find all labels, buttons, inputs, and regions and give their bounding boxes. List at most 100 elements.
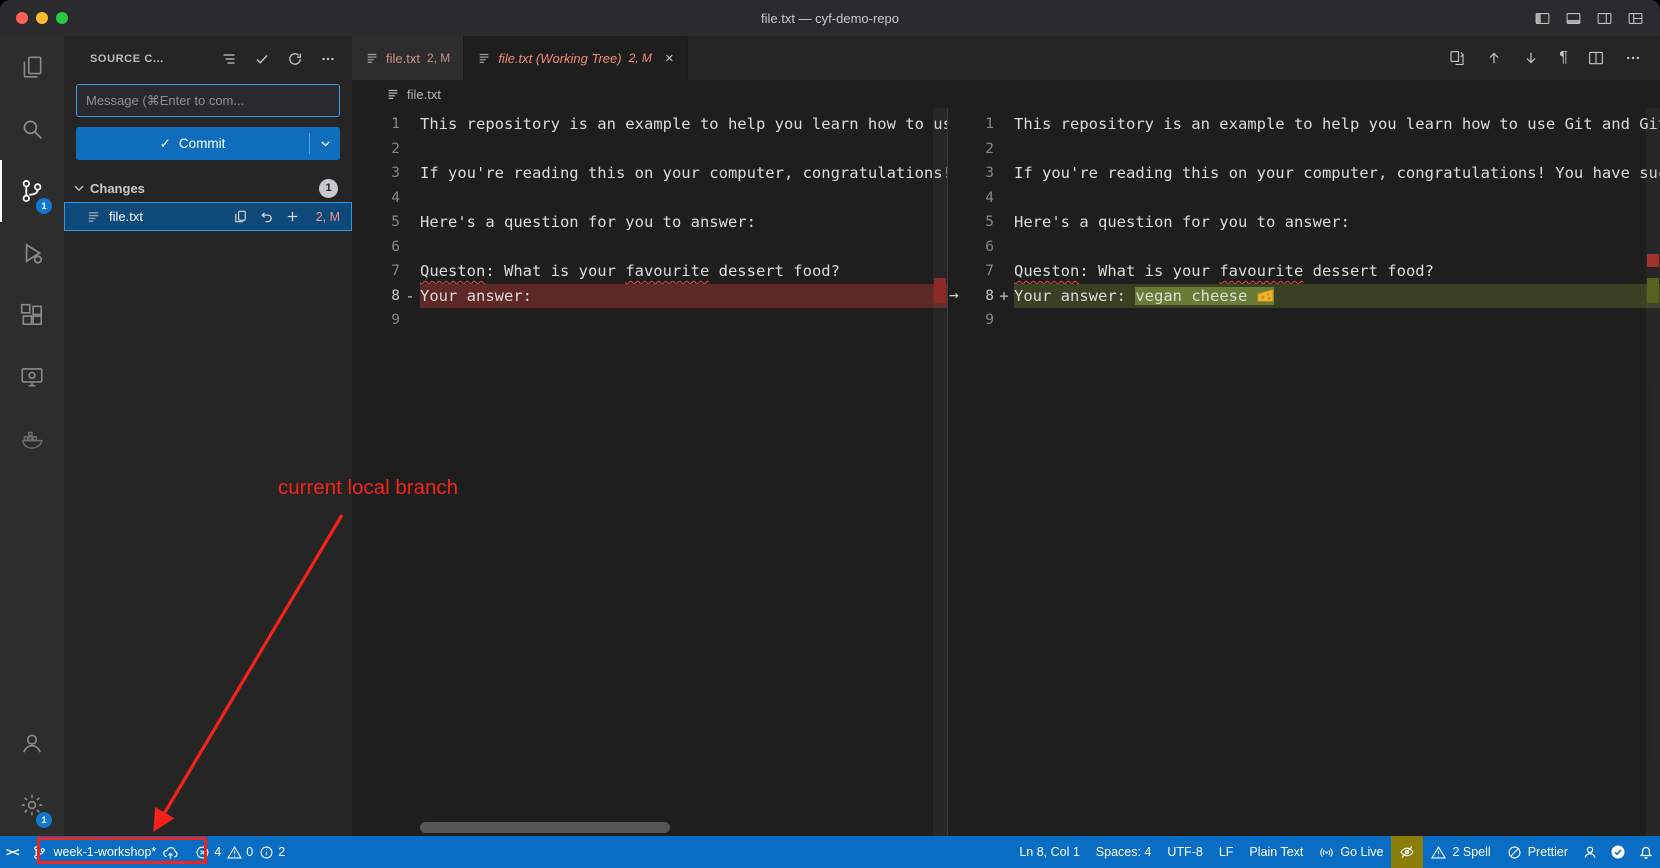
diff-line-modified-1[interactable]: 1This repository is an example to help y… — [948, 112, 1660, 137]
branch-name: week-1-workshop* — [53, 845, 156, 859]
diff-line-original-6[interactable]: 6 — [352, 235, 947, 260]
activity-source-control[interactable]: 1 — [0, 160, 64, 222]
annotation-label: current local branch — [278, 476, 458, 500]
remote-explorer-icon — [19, 364, 45, 390]
diff-line-modified-8[interactable]: 8+Your answer: vegan cheese — [948, 284, 1660, 309]
diff-line-modified-6[interactable]: 6 — [948, 235, 1660, 260]
view-as-tree-icon[interactable] — [221, 51, 237, 67]
sidebar-title: SOURCE C... — [90, 53, 164, 65]
diff-line-original-5[interactable]: 5Here's a question for you to answer: — [352, 210, 947, 235]
line-text: Your answer: — [420, 284, 947, 309]
stage-changes-icon[interactable] — [285, 209, 300, 224]
indentation-item[interactable]: Spaces: 4 — [1088, 836, 1160, 868]
diff-line-original-1[interactable]: 1This repository is an example to help y… — [352, 112, 947, 137]
line-text: This repository is an example to help yo… — [420, 112, 947, 137]
open-file-icon[interactable] — [233, 209, 248, 224]
tab-file-txt[interactable]: file.txt 2, M — [352, 36, 464, 80]
feedback-item[interactable] — [1576, 836, 1604, 868]
spell-checker-item[interactable]: 2 Spell — [1423, 836, 1498, 868]
breadcrumb-file: file.txt — [407, 87, 441, 102]
cursor-position-item[interactable]: Ln 8, Col 1 — [1011, 836, 1087, 868]
breadcrumb[interactable]: file.txt — [352, 80, 1660, 108]
activity-search[interactable] — [0, 98, 64, 160]
activity-docker[interactable] — [0, 408, 64, 470]
commit-dropdown-button[interactable] — [310, 127, 340, 160]
close-window-button[interactable] — [16, 12, 28, 24]
diff-line-modified-2[interactable]: 2 — [948, 137, 1660, 162]
changes-section-header[interactable]: Changes 1 — [64, 174, 352, 202]
diff-line-original-7[interactable]: 7Queston: What is your favourite dessert… — [352, 259, 947, 284]
file-icon — [86, 209, 101, 224]
more-actions-icon[interactable] — [320, 51, 336, 67]
commit-check-icon[interactable] — [254, 51, 270, 67]
refresh-icon[interactable] — [287, 51, 303, 67]
whitespace-pilcrow-icon[interactable]: ¶ — [1559, 50, 1568, 66]
more-actions-icon[interactable] — [1624, 49, 1642, 67]
discard-changes-icon[interactable] — [259, 209, 274, 224]
branch-status-item[interactable]: week-1-workshop* — [24, 836, 187, 868]
error-icon — [195, 845, 210, 860]
overview-ruler[interactable] — [1646, 108, 1660, 836]
line-text: If you're reading this on your computer,… — [420, 161, 947, 186]
settings-badge: 1 — [36, 812, 52, 828]
vscode-window: file.txt — cyf-demo-repo 1 — [0, 0, 1660, 868]
error-marker — [1647, 254, 1659, 267]
activity-extensions[interactable] — [0, 284, 64, 346]
zoom-window-button[interactable] — [56, 12, 68, 24]
eol-item[interactable]: LF — [1211, 836, 1242, 868]
git-branch-icon — [32, 845, 47, 860]
open-changes-icon[interactable] — [1448, 49, 1466, 67]
toggle-panel-icon[interactable] — [1565, 10, 1582, 27]
revert-block-arrow[interactable]: → — [949, 283, 974, 308]
diff-line-original-4[interactable]: 4 — [352, 186, 947, 211]
diff-line-modified-3[interactable]: 3If you're reading this on your computer… — [948, 161, 1660, 186]
tab-decoration: 2, M — [629, 51, 652, 65]
toggle-sidebar-icon[interactable] — [1534, 10, 1551, 27]
notifications-item[interactable] — [1632, 836, 1660, 868]
activity-run-debug[interactable] — [0, 222, 64, 284]
indentation: Spaces: 4 — [1096, 845, 1152, 859]
diff-line-modified-4[interactable]: 4 — [948, 186, 1660, 211]
language-mode-item[interactable]: Plain Text — [1241, 836, 1311, 868]
left-scrollbar[interactable] — [933, 108, 947, 836]
diff-line-modified-7[interactable]: 7Queston: What is your favourite dessert… — [948, 259, 1660, 284]
commit-message-input[interactable] — [76, 84, 340, 117]
chevron-down-icon — [72, 181, 86, 195]
hidden-files-item[interactable] — [1391, 836, 1423, 868]
scm-row-actions — [233, 209, 300, 224]
activity-accounts[interactable] — [0, 712, 64, 774]
error-count: 4 — [214, 845, 221, 859]
prettier-item[interactable]: Prettier — [1499, 836, 1576, 868]
encoding-item[interactable]: UTF-8 — [1159, 836, 1210, 868]
diff-line-original-8[interactable]: 8-Your answer: — [352, 284, 947, 309]
activity-remote-explorer[interactable] — [0, 346, 64, 408]
titlebar-layout-controls — [1534, 10, 1660, 27]
customize-layout-icon[interactable] — [1627, 10, 1644, 27]
diff-line-original-9[interactable]: 9 — [352, 308, 947, 333]
scm-file-decoration: 2, M — [316, 210, 340, 224]
go-live-item[interactable]: Go Live — [1311, 836, 1391, 868]
eye-crossed-icon — [1399, 844, 1415, 860]
minimize-window-button[interactable] — [36, 12, 48, 24]
close-tab-icon[interactable]: × — [665, 50, 674, 67]
tab-file-txt-working-tree[interactable]: file.txt (Working Tree) 2, M × — [464, 36, 687, 80]
previous-change-icon[interactable] — [1485, 49, 1503, 67]
problems-status-item[interactable]: 4 0 2 — [187, 836, 293, 868]
diff-line-original-3[interactable]: 3If you're reading this on your computer… — [352, 161, 947, 186]
activity-settings[interactable]: 1 — [0, 774, 64, 836]
diff-line-modified-5[interactable]: 5Here's a question for you to answer: — [948, 210, 1660, 235]
toggle-secondary-sidebar-icon[interactable] — [1596, 10, 1613, 27]
split-editor-icon[interactable] — [1587, 49, 1605, 67]
scm-file-row[interactable]: file.txt 2, M — [64, 202, 352, 231]
status-check-item[interactable] — [1604, 836, 1632, 868]
diff-line-modified-9[interactable]: 9 — [948, 308, 1660, 333]
line-text: Queston: What is your favourite dessert … — [1014, 259, 1660, 284]
activity-explorer[interactable] — [0, 36, 64, 98]
horizontal-scrollbar[interactable] — [420, 822, 670, 833]
window-title: file.txt — cyf-demo-repo — [0, 11, 1660, 26]
next-change-icon[interactable] — [1522, 49, 1540, 67]
remote-indicator[interactable]: >< — [0, 836, 24, 868]
diff-line-original-2[interactable]: 2 — [352, 137, 947, 162]
language-mode: Plain Text — [1249, 845, 1303, 859]
commit-button[interactable]: ✓ Commit — [76, 127, 309, 160]
